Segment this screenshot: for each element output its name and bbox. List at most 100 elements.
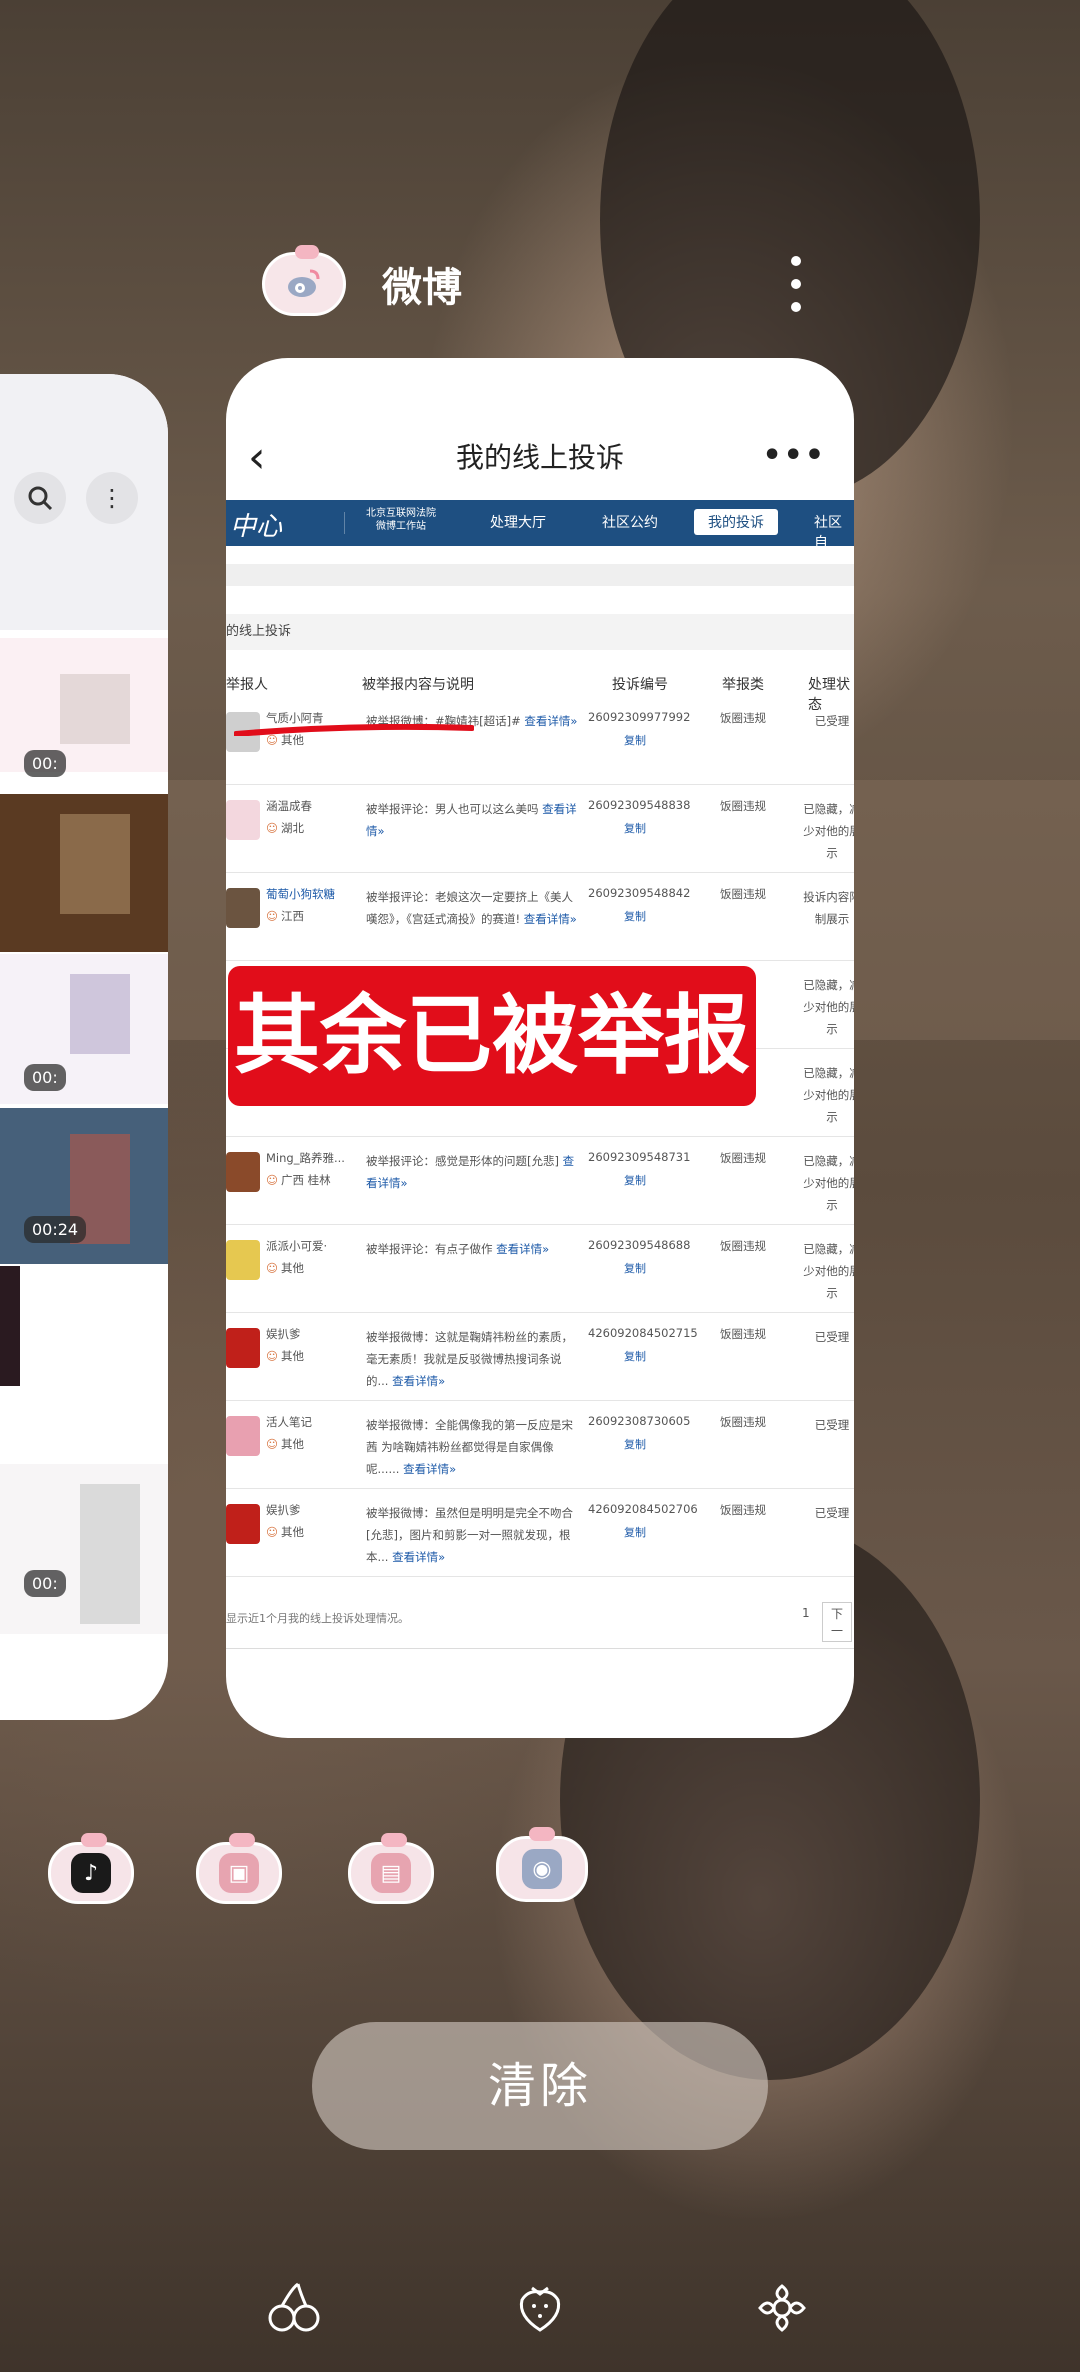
duration-tag: 00: xyxy=(24,1570,66,1597)
duration-tag: 00: xyxy=(24,750,66,777)
avatar xyxy=(226,1416,260,1456)
status: 已隐藏，减少对他的展示 xyxy=(803,1066,854,1124)
photos-app-icon[interactable]: ▤ xyxy=(348,1833,434,1904)
strawberry-icon[interactable] xyxy=(510,2278,570,2334)
more-horizontal-icon[interactable]: ••• xyxy=(762,438,826,473)
status: 已受理 xyxy=(814,1506,850,1520)
weibo-app-card[interactable]: ‹ 我的线上投诉 ••• 中心 北京互联网法院 微博工作站 处理大厅 社区公约 … xyxy=(226,358,854,1738)
nav-item-community[interactable]: 社区自 xyxy=(814,512,854,552)
blurred-thumbnail xyxy=(60,814,130,914)
weibo-app-icon[interactable]: ◉ xyxy=(496,1827,588,1902)
divider xyxy=(226,1648,854,1649)
reporter-name: 娱扒爹 xyxy=(266,1327,301,1341)
complaint-number: 426092084502706 xyxy=(588,1502,698,1516)
column-header: 被举报内容与说明 xyxy=(362,677,474,693)
nav-logo: 中心 xyxy=(230,512,283,542)
nav-item-my-complaints[interactable]: 我的投诉 xyxy=(694,509,778,535)
reporter-location: 湖北 xyxy=(266,820,304,836)
blurred-thumbnail xyxy=(70,974,130,1054)
table-row[interactable]: 娱扒爹 其他 被举报微博：这就是鞠婧祎粉丝的素质，毫无素质！我就是反驳微博热搜词… xyxy=(226,1314,854,1401)
nav-item-rules[interactable]: 社区公约 xyxy=(602,512,658,532)
report-category: 饭圈违规 xyxy=(720,1239,766,1253)
report-description: 被举报评论：男人也可以这么美吗 查看详情» xyxy=(366,802,577,838)
table-header: 举报人 被举报内容与说明 投诉编号 举报类 处理状态 xyxy=(226,668,854,713)
cherry-icon[interactable] xyxy=(264,2278,324,2334)
video-thumbnail[interactable] xyxy=(0,1266,20,1386)
copy-link[interactable]: 复制 xyxy=(624,1172,646,1188)
douyin-app-icon[interactable]: ♪ xyxy=(48,1833,134,1904)
page-number[interactable]: 1 xyxy=(802,1606,810,1620)
copy-link[interactable]: 复制 xyxy=(624,1436,646,1452)
table-row[interactable]: 葡萄小狗软糖 江西 被举报评论：老娘这次一定要挤上《美人嘆怨》，《宫廷式滴投》的… xyxy=(226,874,854,961)
reporter-location: 其他 xyxy=(266,1524,304,1540)
table-row[interactable]: 涵温成春 湖北 被举报评论：男人也可以这么美吗 查看详情» 2609230954… xyxy=(226,786,854,873)
table-row[interactable]: 派派小可爱· 其他 被举报评论：有点子做作 查看详情» 260923095486… xyxy=(226,1226,854,1313)
view-details-link[interactable]: 查看详情» xyxy=(524,714,577,728)
report-category: 饭圈违规 xyxy=(720,1415,766,1429)
avatar xyxy=(226,1328,260,1368)
card-topbar: ‹ 我的线上投诉 ••• xyxy=(226,418,854,498)
status: 已受理 xyxy=(814,1418,850,1432)
clear-all-button[interactable]: 清除 xyxy=(312,2022,768,2150)
table-row[interactable]: Ming_路养雅... 广西 桂林 被举报评论：感觉是形体的问题[允悲] 查看详… xyxy=(226,1138,854,1225)
reporter-name: 涵温成春 xyxy=(266,799,312,813)
left-card-header: ⋮ xyxy=(0,374,168,630)
complaint-number: 26092309548842 xyxy=(588,886,691,900)
status: 已隐藏，减少对他的展示 xyxy=(803,1242,854,1300)
page-title: 我的线上投诉 xyxy=(455,441,624,474)
section-title: 的线上投诉 xyxy=(226,614,854,650)
table-row[interactable]: 活人笔记 其他 被举报微博：全能偶像我的第一反应是宋茜 为啥鞠婧祎粉丝都觉得是自… xyxy=(226,1402,854,1489)
complaint-number: 26092309548731 xyxy=(588,1150,691,1164)
copy-link[interactable]: 复制 xyxy=(624,908,646,924)
complaint-number: 26092309548838 xyxy=(588,798,691,812)
left-app-card[interactable]: ⋮ 00: 00: 00:24 00: xyxy=(0,374,168,1720)
copy-link[interactable]: 复制 xyxy=(624,820,646,836)
report-description: 被举报评论：有点子做作 查看详情» xyxy=(366,1242,550,1256)
view-details-link[interactable]: 查看详情» xyxy=(403,1462,456,1476)
vertical-dots-icon[interactable] xyxy=(784,256,808,312)
table-row[interactable]: 娱扒爹 其他 被举报微博：虽然但是明明是完全不吻合[允悲]，图片和剪影一对一照就… xyxy=(226,1490,854,1577)
view-details-link[interactable]: 查看详情» xyxy=(496,1242,549,1256)
report-description: 被举报微博：全能偶像我的第一反应是宋茜 为啥鞠婧祎粉丝都觉得是自家偶像呢....… xyxy=(366,1418,573,1476)
weibo-app-icon[interactable] xyxy=(262,245,346,316)
status: 已受理 xyxy=(814,714,850,728)
avatar xyxy=(226,888,260,928)
copy-link[interactable]: 复制 xyxy=(624,732,646,748)
complaint-number: 26092309548688 xyxy=(588,1238,691,1252)
reporter-location: 广西 桂林 xyxy=(266,1172,331,1188)
column-header: 投诉编号 xyxy=(612,677,668,693)
more-options-icon[interactable]: ⋮ xyxy=(86,472,138,524)
copy-link[interactable]: 复制 xyxy=(624,1260,646,1276)
gallery-app-icon[interactable]: ▣ xyxy=(196,1833,282,1904)
blurred-thumbnail xyxy=(80,1484,140,1624)
reporter-location: 其他 xyxy=(266,1436,304,1452)
copy-link[interactable]: 复制 xyxy=(624,1524,646,1540)
complaint-number: 26092309977992 xyxy=(588,710,691,724)
report-category: 饭圈违规 xyxy=(720,887,766,901)
flower-icon[interactable] xyxy=(752,2278,812,2334)
report-description: 被举报微博：这就是鞠婧祎粉丝的素质，毫无素质！我就是反驳微博热搜词条说的... … xyxy=(366,1330,573,1388)
nav-item-court[interactable]: 北京互联网法院 微博工作站 xyxy=(366,507,436,533)
table-row[interactable]: 气质小阿青 其他 被举报微博：#鞠婧祎[超话]# 查看详情» 260923099… xyxy=(226,698,854,785)
nav-item-hall[interactable]: 处理大厅 xyxy=(490,512,546,532)
view-details-link[interactable]: 查看详情» xyxy=(524,912,577,926)
next-page-button[interactable]: 下一 xyxy=(822,1602,853,1642)
app-name: 微博 xyxy=(382,265,462,311)
complaint-number: 26092308730605 xyxy=(588,1414,691,1428)
blurred-thumbnail xyxy=(60,674,130,744)
pagination: 1 下一 xyxy=(802,1602,853,1642)
site-nav-bar: 中心 北京互联网法院 微博工作站 处理大厅 社区公约 我的投诉 社区自 xyxy=(226,500,854,551)
view-details-link[interactable]: 查看详情» xyxy=(392,1550,445,1564)
column-header: 举报人 xyxy=(226,677,268,693)
copy-link[interactable]: 复制 xyxy=(624,1348,646,1364)
view-details-link[interactable]: 查看详情» xyxy=(392,1374,445,1388)
app-header: 微博 xyxy=(262,242,462,326)
avatar xyxy=(226,1504,260,1544)
report-description: 被举报评论：老娘这次一定要挤上《美人嘆怨》，《宫廷式滴投》的赛道! 查看详情» xyxy=(366,890,577,926)
report-description: 被举报微博：虽然但是明明是完全不吻合[允悲]，图片和剪影一对一照就发现，根本..… xyxy=(366,1506,573,1564)
overlay-banner: 其余已被举报 xyxy=(228,966,756,1106)
report-category: 饭圈违规 xyxy=(720,711,766,725)
report-description: 被举报评论：感觉是形体的问题[允悲] 查看详情» xyxy=(366,1154,575,1190)
reporter-location: 其他 xyxy=(266,1348,304,1364)
search-icon[interactable] xyxy=(14,472,66,524)
